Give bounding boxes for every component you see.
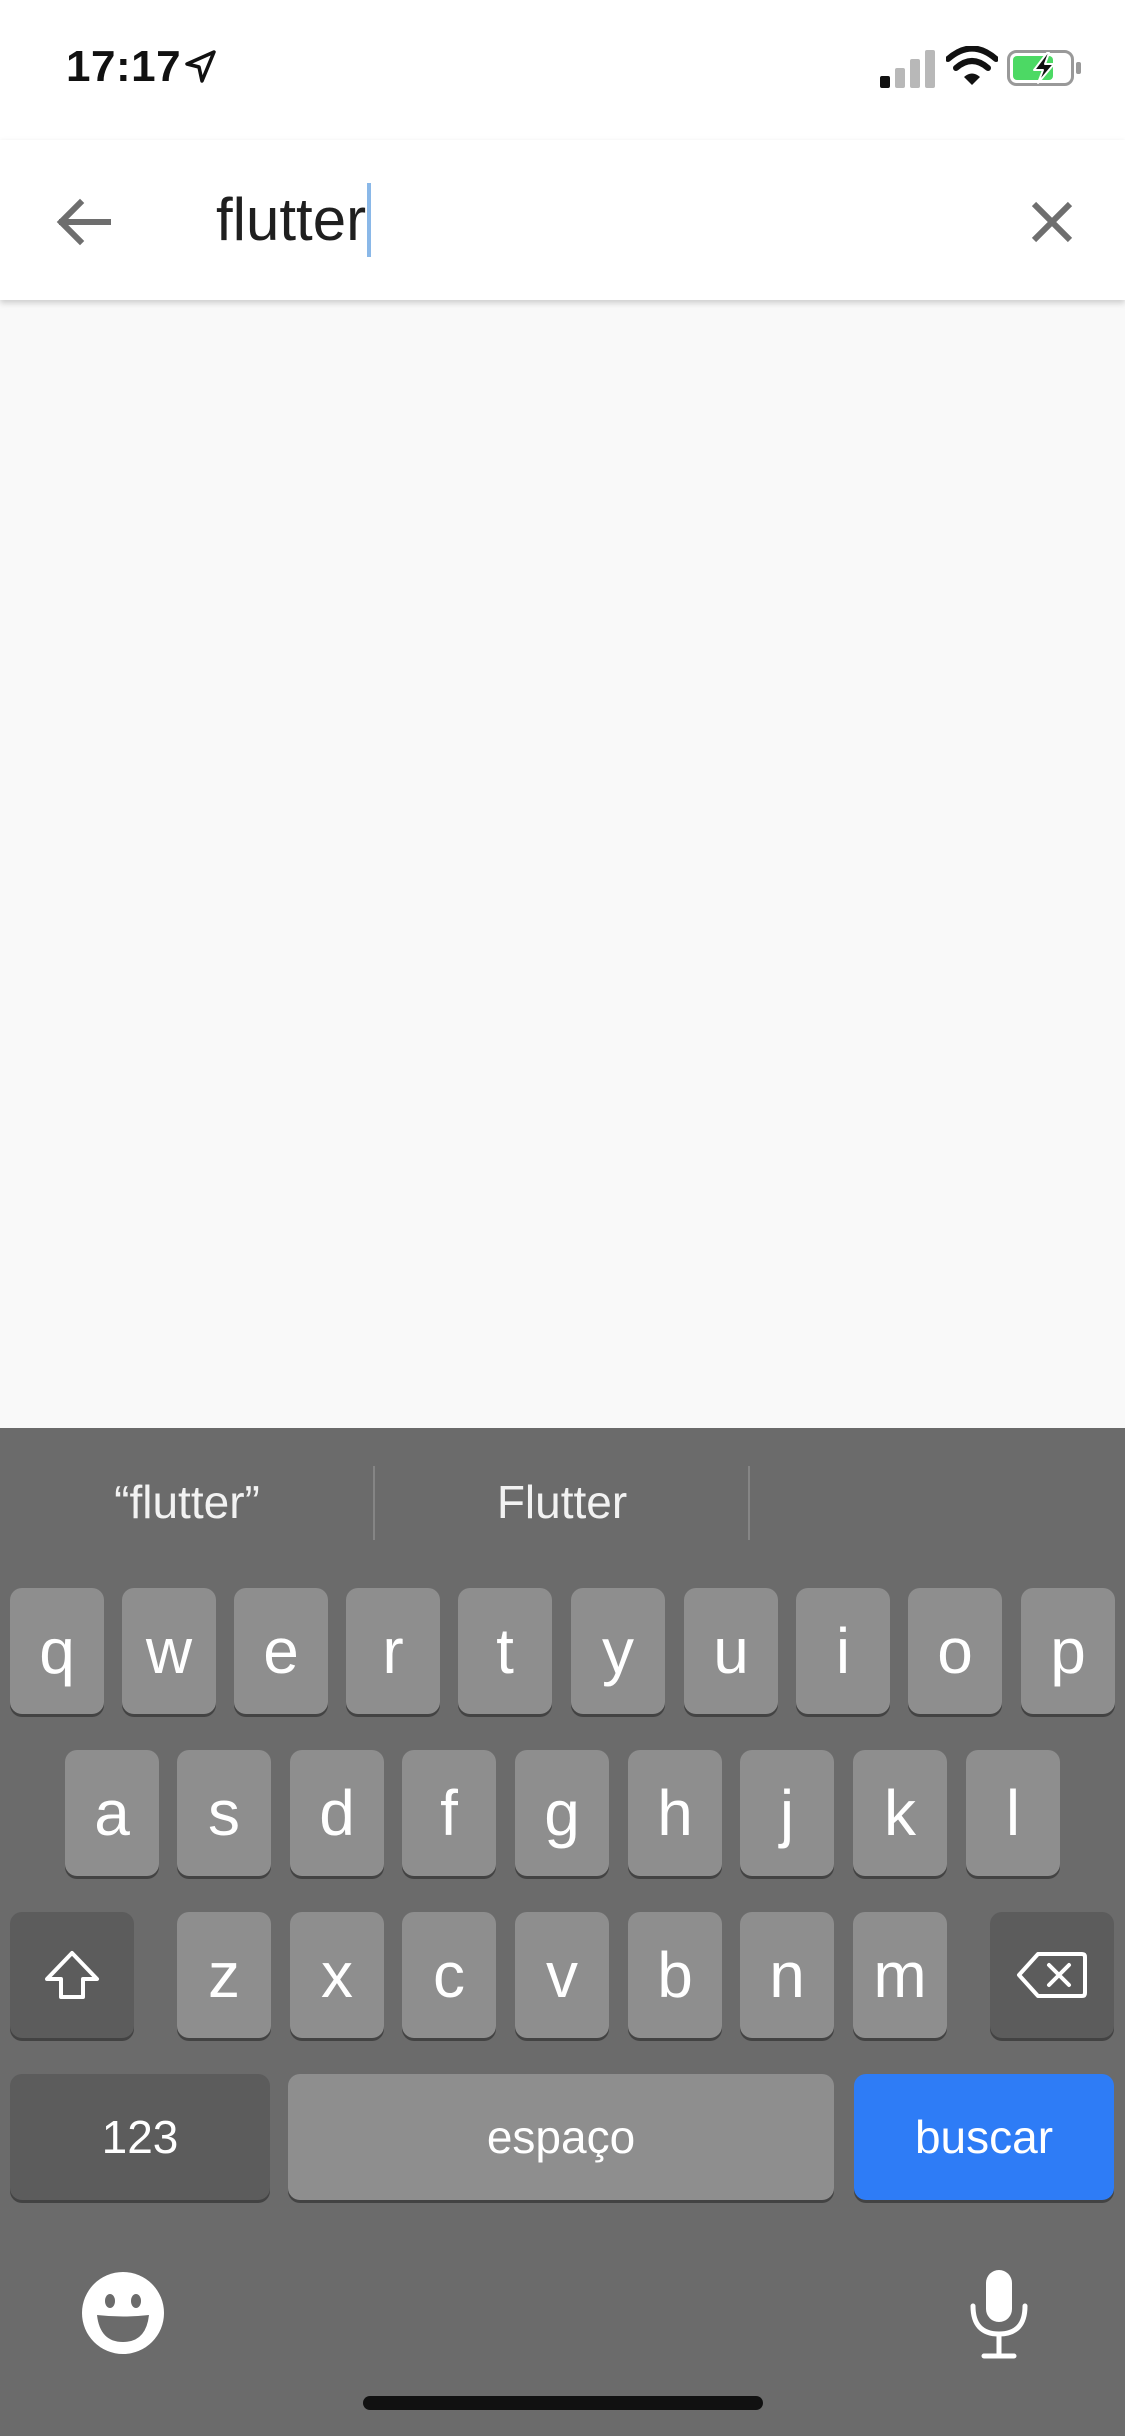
key-o[interactable]: o	[908, 1588, 1002, 1714]
key-h[interactable]: h	[628, 1750, 722, 1876]
search-input[interactable]: flutter	[216, 170, 996, 270]
microphone-icon[interactable]	[964, 2268, 1034, 2360]
shift-key[interactable]	[10, 1912, 134, 2038]
backspace-icon	[1017, 1952, 1087, 1998]
status-time: 17:17	[66, 42, 182, 91]
keyboard: “flutter” Flutter q w e r t y u i o p a …	[0, 1428, 1125, 2436]
suggestion-item[interactable]	[750, 1428, 1124, 1576]
suggestion-item[interactable]: Flutter	[375, 1428, 749, 1576]
space-key[interactable]: espaço	[288, 2074, 834, 2200]
key-k[interactable]: k	[853, 1750, 947, 1876]
key-g[interactable]: g	[515, 1750, 609, 1876]
search-app-bar: flutter	[0, 140, 1125, 300]
suggestion-bar: “flutter” Flutter	[0, 1428, 1125, 1576]
key-p[interactable]: p	[1021, 1588, 1115, 1714]
wifi-icon	[946, 46, 998, 85]
key-w[interactable]: w	[122, 1588, 216, 1714]
key-v[interactable]: v	[515, 1912, 609, 2038]
numbers-key[interactable]: 123	[10, 2074, 270, 2200]
battery-charging-icon	[1007, 50, 1081, 86]
key-l[interactable]: l	[966, 1750, 1060, 1876]
key-e[interactable]: e	[234, 1588, 328, 1714]
search-results-area	[0, 300, 1125, 1428]
key-x[interactable]: x	[290, 1912, 384, 2038]
search-input-value: flutter	[216, 186, 367, 253]
key-m[interactable]: m	[853, 1912, 947, 2038]
cellular-signal-icon	[880, 50, 935, 88]
key-q[interactable]: q	[10, 1588, 104, 1714]
status-bar: 17:17	[0, 0, 1125, 140]
key-n[interactable]: n	[740, 1912, 834, 2038]
key-i[interactable]: i	[796, 1588, 890, 1714]
key-d[interactable]: d	[290, 1750, 384, 1876]
close-icon	[1031, 201, 1073, 243]
screen: 17:17 flutter “flutter” Flutter q w e r …	[0, 0, 1125, 2436]
arrow-left-icon	[56, 198, 111, 246]
emoji-icon[interactable]	[80, 2270, 166, 2356]
key-b[interactable]: b	[628, 1912, 722, 2038]
key-f[interactable]: f	[402, 1750, 496, 1876]
key-u[interactable]: u	[684, 1588, 778, 1714]
key-z[interactable]: z	[177, 1912, 271, 2038]
key-a[interactable]: a	[65, 1750, 159, 1876]
location-arrow-icon	[185, 50, 216, 83]
shift-icon	[45, 1951, 99, 1999]
key-c[interactable]: c	[402, 1912, 496, 2038]
home-indicator[interactable]	[363, 2396, 763, 2410]
search-action-key[interactable]: buscar	[854, 2074, 1114, 2200]
key-s[interactable]: s	[177, 1750, 271, 1876]
key-y[interactable]: y	[571, 1588, 665, 1714]
backspace-key[interactable]	[990, 1912, 1114, 2038]
key-r[interactable]: r	[346, 1588, 440, 1714]
clear-search-button[interactable]	[1010, 180, 1094, 264]
key-t[interactable]: t	[458, 1588, 552, 1714]
key-j[interactable]: j	[740, 1750, 834, 1876]
text-cursor	[367, 183, 372, 257]
suggestion-item[interactable]: “flutter”	[0, 1428, 374, 1576]
back-button[interactable]	[42, 180, 126, 264]
